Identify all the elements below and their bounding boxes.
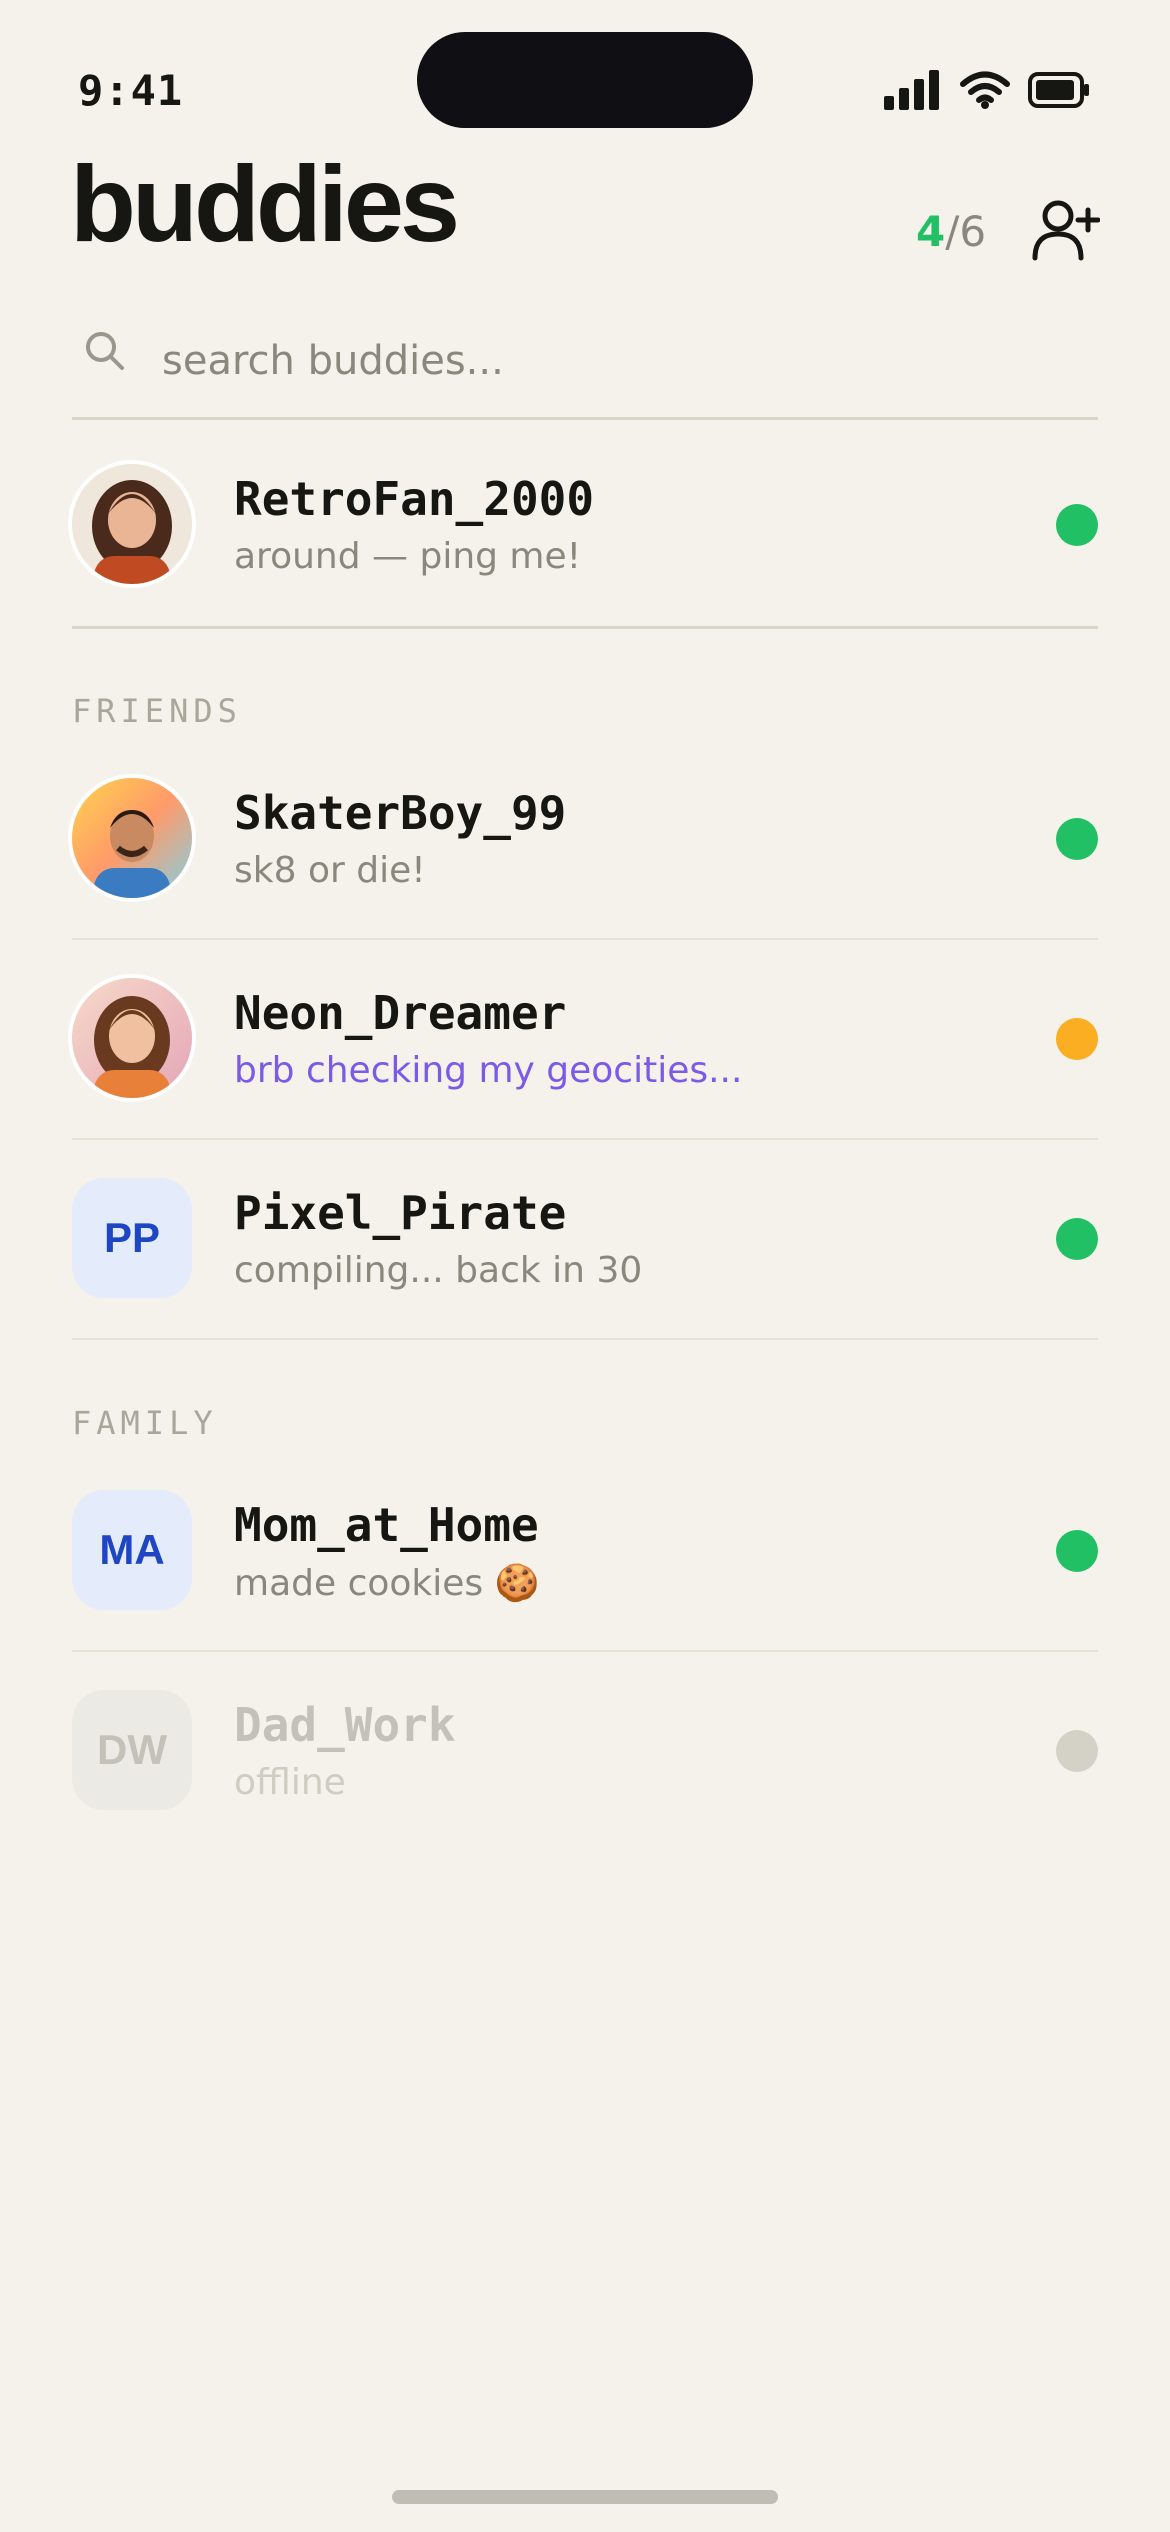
status-dot bbox=[1056, 1018, 1098, 1060]
home-indicator[interactable] bbox=[392, 2490, 778, 2504]
buddy-message: brb checking my geocities... bbox=[234, 1050, 743, 1091]
status-dot bbox=[1056, 1530, 1098, 1572]
page-title: buddies bbox=[70, 143, 460, 264]
divider bbox=[72, 1338, 1098, 1340]
search-icon bbox=[86, 332, 124, 370]
search-bar[interactable] bbox=[72, 310, 1098, 420]
status-time: 9:41 bbox=[78, 66, 184, 115]
avatar-initials: DW bbox=[72, 1690, 192, 1810]
buddy-name: Mom_at_Home bbox=[234, 1498, 539, 1552]
battery-icon bbox=[1028, 72, 1089, 108]
status-icons bbox=[884, 70, 1090, 110]
buddy-name: Pixel_Pirate bbox=[234, 1186, 567, 1240]
add-user-icon bbox=[1032, 200, 1101, 261]
status-dot bbox=[1056, 818, 1098, 860]
status-dot bbox=[1056, 504, 1098, 546]
buddy-message: made cookies 🍪 bbox=[234, 1563, 540, 1604]
section-header-family: FAMILY bbox=[72, 1404, 218, 1442]
buddy-name: SkaterBoy_99 bbox=[234, 786, 567, 840]
dynamic-island bbox=[417, 32, 753, 128]
buddy-name: Neon_Dreamer bbox=[234, 986, 567, 1040]
buddy-message: around — ping me! bbox=[234, 536, 582, 577]
divider bbox=[72, 1138, 1098, 1140]
status-dot bbox=[1056, 1730, 1098, 1772]
buddy-message: sk8 or die! bbox=[234, 850, 426, 891]
signal-icon bbox=[884, 70, 939, 110]
divider bbox=[72, 626, 1098, 629]
status-dot bbox=[1056, 1218, 1098, 1260]
online-count-value: 4 bbox=[916, 207, 946, 256]
list-item[interactable]: PP Pixel_Pirate compiling... back in 30 bbox=[72, 1178, 1098, 1298]
total-count-value: /6 bbox=[945, 207, 987, 256]
buddy-name: Dad_Work bbox=[234, 1698, 456, 1752]
search-input[interactable] bbox=[160, 322, 1064, 400]
online-count: 4/6 bbox=[916, 207, 986, 256]
avatar-initials: PP bbox=[72, 1178, 192, 1298]
wifi-icon bbox=[960, 71, 1010, 109]
divider bbox=[72, 1650, 1098, 1652]
avatar bbox=[72, 464, 192, 584]
avatar-initials: MA bbox=[72, 1490, 192, 1610]
avatar bbox=[72, 778, 192, 898]
buddy-message: compiling... back in 30 bbox=[234, 1250, 643, 1291]
buddy-name: RetroFan_2000 bbox=[234, 472, 595, 526]
status-bar: 9:41 bbox=[0, 0, 1170, 150]
avatar bbox=[72, 978, 192, 1098]
list-item[interactable]: DW Dad_Work offline bbox=[72, 1690, 1098, 1810]
section-header-friends: FRIENDS bbox=[72, 692, 242, 730]
buddy-message: offline bbox=[234, 1762, 346, 1803]
list-item[interactable]: Neon_Dreamer brb checking my geocities..… bbox=[72, 978, 1098, 1098]
list-item[interactable]: MA Mom_at_Home made cookies 🍪 bbox=[72, 1490, 1098, 1610]
add-buddy-button[interactable] bbox=[1030, 196, 1101, 266]
pinned-buddy-row[interactable]: RetroFan_2000 around — ping me! bbox=[72, 464, 1098, 584]
list-item[interactable]: SkaterBoy_99 sk8 or die! bbox=[72, 778, 1098, 898]
divider bbox=[72, 938, 1098, 940]
